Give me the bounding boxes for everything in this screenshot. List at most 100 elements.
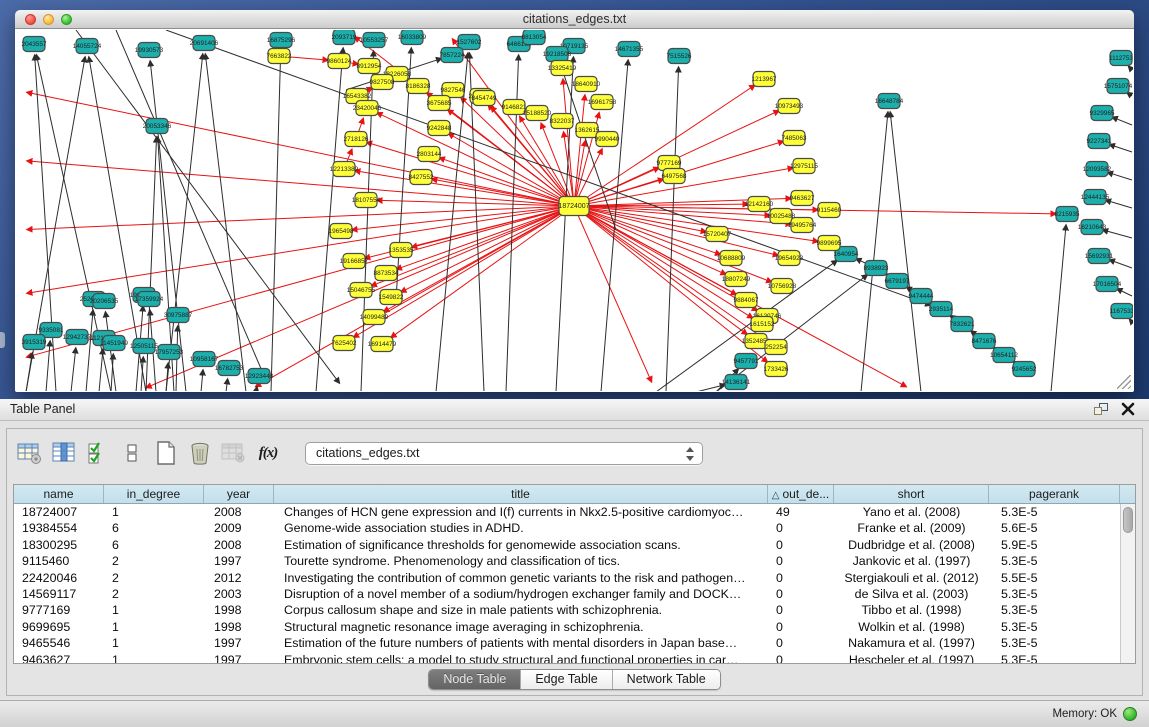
graph-node[interactable]: 8427552 [409, 170, 434, 185]
graph-node[interactable]: 9899695 [817, 236, 842, 251]
graph-node[interactable]: 1549822 [379, 290, 404, 305]
graph-node[interactable]: 19930573 [135, 43, 164, 58]
graph-node[interactable]: 18640910 [572, 77, 601, 92]
graph-node[interactable]: 9242848 [427, 121, 452, 136]
graph-node[interactable]: 19166857 [340, 254, 369, 269]
column-header-pagerank[interactable]: pagerank [989, 485, 1120, 503]
graph-node[interactable]: 16961758 [588, 95, 617, 110]
graph-node[interactable]: 13325419 [548, 61, 577, 76]
tab-edge-table[interactable]: Edge Table [521, 670, 612, 689]
graph-node[interactable]: 2803144 [417, 147, 442, 162]
graph-node[interactable]: 17359924 [135, 292, 164, 307]
graph-node[interactable]: 17957253 [155, 345, 184, 360]
graph-node[interactable]: 10973493 [775, 99, 804, 114]
network-canvas[interactable]: 2043557140557241993057320691406168752962… [16, 30, 1133, 391]
graph-node[interactable]: 9227341 [1087, 134, 1112, 149]
table-row[interactable]: 1456911722003Disruption of a novel membe… [14, 586, 1120, 602]
graph-node[interactable]: 9884067 [734, 293, 759, 308]
graph-node[interactable]: 6679197 [885, 274, 910, 289]
table-row[interactable]: 1830029562008Estimation of significance … [14, 537, 1120, 553]
graph-node[interactable]: 7663822 [267, 49, 292, 64]
graph-node[interactable]: 1112753 [1109, 51, 1133, 66]
tab-node-table[interactable]: Node Table [429, 670, 521, 689]
graph-node[interactable]: 12942737 [63, 330, 92, 345]
graph-node[interactable]: 8471676 [972, 334, 997, 349]
graph-node[interactable]: 15751074 [1104, 79, 1133, 94]
column-header-year[interactable]: year [204, 485, 274, 503]
panel-collapse-handle[interactable] [0, 332, 5, 348]
graph-node[interactable]: 8322037 [550, 114, 575, 129]
graph-node[interactable]: 19495764 [788, 218, 817, 233]
graph-node[interactable]: 16782753 [215, 361, 244, 376]
graph-node[interactable]: 7625402 [332, 336, 357, 351]
table-row[interactable]: 946554611997Estimation of the future num… [14, 635, 1120, 651]
graph-node[interactable]: 2043557 [22, 37, 47, 52]
graph-node[interactable]: 2935114 [929, 302, 954, 317]
graph-node[interactable]: 18807249 [722, 272, 751, 287]
function-builder-icon[interactable]: f(x) [253, 438, 283, 468]
graph-node[interactable]: 14671355 [615, 42, 644, 57]
graph-node[interactable]: 2093719 [332, 30, 357, 45]
graph-node[interactable]: 11451949 [100, 336, 128, 351]
graph-node[interactable]: 19654923 [775, 251, 804, 266]
graph-hub-node[interactable]: 18724007 [558, 197, 589, 216]
graph-node[interactable]: 10654112 [990, 348, 1018, 363]
column-select-icon[interactable] [49, 438, 79, 468]
graph-node[interactable]: 252254 [765, 340, 787, 355]
graph-node[interactable]: 8912954 [357, 59, 382, 74]
table-row[interactable]: 969969511998Structural magnetic resonanc… [14, 619, 1120, 635]
graph-node[interactable]: 23420046 [353, 101, 382, 116]
float-panel-icon[interactable] [1094, 403, 1109, 417]
graph-node[interactable]: 18107554 [352, 193, 381, 208]
graph-node[interactable]: 1353535 [389, 243, 414, 258]
graph-node[interactable]: 9463627 [790, 191, 815, 206]
table-row[interactable]: 977716911998Corpus callosum shape and si… [14, 602, 1120, 618]
graph-node[interactable]: 16875296 [267, 33, 296, 48]
graph-node[interactable]: 9474444 [909, 289, 934, 304]
window-titlebar[interactable]: citations_edges.txt [15, 10, 1134, 29]
graph-node[interactable]: 12142160 [745, 197, 774, 212]
graph-node[interactable]: 9827508 [370, 75, 395, 90]
graph-node[interactable]: 12093582 [1083, 162, 1112, 177]
graph-node[interactable]: 12975115 [790, 159, 818, 174]
graph-node[interactable]: 7515526 [667, 49, 692, 64]
row-height-icon[interactable] [117, 438, 147, 468]
graph-node[interactable]: 20206535 [90, 294, 119, 309]
graph-node[interactable]: 1733426 [764, 362, 789, 377]
graph-node[interactable]: 9115460 [817, 203, 842, 218]
table-row[interactable]: 2242004622012Investigating the contribut… [14, 570, 1120, 586]
graph-node[interactable]: 10688809 [717, 251, 746, 266]
window-resize-grip[interactable] [1117, 375, 1131, 389]
graph-node[interactable]: 8215935 [1055, 207, 1080, 222]
graph-node[interactable]: 19218506 [543, 47, 572, 62]
graph-node[interactable]: 9245652 [1012, 362, 1037, 377]
graph-node[interactable]: 20053346 [143, 119, 172, 134]
graph-node[interactable]: 12444135 [1081, 190, 1110, 205]
column-header-title[interactable]: title [274, 485, 768, 503]
column-header-short[interactable]: short [834, 485, 989, 503]
graph-node[interactable]: 12213389 [330, 162, 359, 177]
graph-node[interactable]: 1965498 [329, 224, 354, 239]
select-rows-checkbox-icon[interactable] [83, 438, 113, 468]
tab-network-table[interactable]: Network Table [613, 670, 720, 689]
graph-node[interactable]: 8938923 [864, 261, 889, 276]
graph-node[interactable]: 16914479 [368, 337, 397, 352]
graph-node[interactable]: 7857224 [440, 48, 465, 63]
table-row[interactable]: 1872400712008Changes of HCN gene express… [14, 504, 1120, 520]
table-settings-icon[interactable] [15, 438, 45, 468]
graph-node[interactable]: 8873534 [374, 266, 399, 281]
graph-node[interactable]: 7485063 [782, 131, 807, 146]
graph-node[interactable]: 3675685 [427, 96, 452, 111]
graph-node[interactable]: 9329965 [1090, 106, 1115, 121]
graph-node[interactable]: 9860124 [327, 54, 352, 69]
graph-node[interactable]: 1213967 [752, 72, 777, 87]
graph-node[interactable]: 3915319 [22, 335, 47, 350]
graph-node[interactable]: 10756928 [768, 279, 797, 294]
graph-node[interactable]: 10553257 [360, 33, 389, 48]
delete-trash-icon[interactable] [185, 438, 215, 468]
graph-node[interactable]: 14136141 [722, 375, 751, 390]
graph-node[interactable]: 9990440 [595, 132, 620, 147]
graph-node[interactable]: 15046755 [347, 283, 376, 298]
graph-node[interactable]: 8454749 [472, 91, 497, 106]
column-header-out_de[interactable]: △out_de... [768, 485, 834, 503]
